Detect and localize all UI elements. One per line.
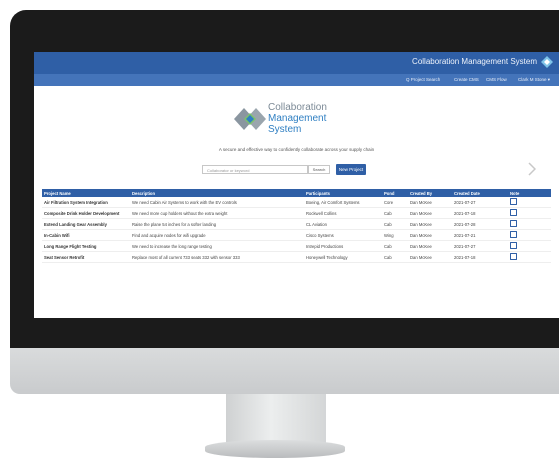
project-pond: Cab xyxy=(382,207,408,219)
project-name[interactable]: Seat Sensor Retrofit xyxy=(42,251,130,263)
nav-cms-flow[interactable]: CMS Flow xyxy=(486,77,507,82)
search-input[interactable]: Collaborator or keyword xyxy=(202,165,308,174)
project-pond: Wing xyxy=(382,229,408,241)
col-description[interactable]: Description xyxy=(130,189,304,197)
app-title: Collaboration Management System xyxy=(412,57,537,66)
project-description: Find and acquire nodes for wifi upgrade xyxy=(130,229,304,241)
new-project-button[interactable]: New Project xyxy=(336,164,366,175)
project-created-date: 2021-07-28 xyxy=(452,218,508,230)
project-created-date: 2021-07-18 xyxy=(452,207,508,219)
note-icon[interactable] xyxy=(510,242,517,249)
monitor-stand-neck xyxy=(226,394,326,446)
col-participants[interactable]: Participants xyxy=(304,189,382,197)
project-pond: Cab xyxy=(382,240,408,252)
project-created-date: 2021-07-27 xyxy=(452,240,508,252)
app-header: Collaboration Management System xyxy=(34,52,559,74)
project-participants: Boeing, Air Comfort Systems xyxy=(304,197,382,208)
project-name[interactable]: Air Filtration System Integration xyxy=(42,197,130,208)
logo-text-line1: Collaboration xyxy=(268,102,327,113)
table-row[interactable]: Composite Drink Holder Development We ne… xyxy=(42,207,551,219)
table-header-row: Project Name Description Participants Po… xyxy=(42,189,551,197)
col-created-by[interactable]: Created By xyxy=(408,189,452,197)
table-row[interactable]: In-Cabin Wifi Find and acquire nodes for… xyxy=(42,229,551,241)
project-created-by: Dan McKee xyxy=(408,207,452,219)
note-icon[interactable] xyxy=(510,231,517,238)
project-participants: Honeywell Technology xyxy=(304,251,382,263)
logo-text-line2: Management xyxy=(268,113,327,124)
logo-text-line3: System xyxy=(268,124,302,135)
note-icon[interactable] xyxy=(510,220,517,227)
table-row[interactable]: Air Filtration System Integration We nee… xyxy=(42,197,551,208)
nav-bar: Q Project Search Create CMS CMS Flow Cla… xyxy=(34,74,559,86)
cms-logo-icon xyxy=(234,108,266,130)
nav-create-cms[interactable]: Create CMS xyxy=(454,77,479,82)
col-note[interactable]: Note xyxy=(508,189,551,197)
project-name[interactable]: In-Cabin Wifi xyxy=(42,229,130,241)
project-created-by: Dan McKee xyxy=(408,229,452,241)
note-icon[interactable] xyxy=(510,209,517,216)
table-row[interactable]: Extend Landing Gear Assembly Raise the p… xyxy=(42,218,551,230)
project-description: We need to increase the long range testi… xyxy=(130,240,304,252)
col-pond[interactable]: Pond xyxy=(382,189,408,197)
project-participants: Rockwell Collins xyxy=(304,207,382,219)
note-icon[interactable] xyxy=(510,198,517,205)
col-created-date[interactable]: Created Date xyxy=(452,189,508,197)
project-created-by: Dan McKee xyxy=(408,240,452,252)
note-icon[interactable] xyxy=(510,253,517,260)
project-pond: Cab xyxy=(382,251,408,263)
nav-user-menu[interactable]: Clark M Stone ▾ xyxy=(518,77,550,83)
project-description: Raise the plane 54 inches for a softer l… xyxy=(130,218,304,230)
table-row[interactable]: Seat Sensor Retrofit Replace most of all… xyxy=(42,251,551,263)
project-description: We need more cup holders without the ext… xyxy=(130,207,304,219)
project-name[interactable]: Long Range Flight Testing xyxy=(42,240,130,252)
col-project-name[interactable]: Project Name xyxy=(42,189,130,197)
project-created-date: 2021-07-18 xyxy=(452,251,508,263)
project-description: We need Cabin Air Systems to work with t… xyxy=(130,197,304,208)
project-participants: CL Aviation xyxy=(304,218,382,230)
project-created-date: 2021-07-21 xyxy=(452,229,508,241)
project-name[interactable]: Composite Drink Holder Development xyxy=(42,207,130,219)
project-participants: Cisco Systems xyxy=(304,229,382,241)
project-created-by: Dan McKee xyxy=(408,251,452,263)
tagline: A secure and effective way to confidentl… xyxy=(218,147,375,152)
project-description: Replace most of all current 733 seats 33… xyxy=(130,251,304,263)
projects-table: Project Name Description Participants Po… xyxy=(42,189,551,263)
chevron-right-icon[interactable] xyxy=(528,162,536,176)
project-participants: Intrepid Productions xyxy=(304,240,382,252)
monitor-chin xyxy=(10,348,559,394)
nav-project-search[interactable]: Q Project Search xyxy=(406,77,440,82)
monitor-stand-base xyxy=(205,440,345,458)
app-screen: Collaboration Management System Q Projec… xyxy=(34,52,559,318)
brand-logo: Collaboration Management System xyxy=(234,100,374,144)
logo-icon xyxy=(541,56,553,68)
project-created-by: Dan McKee xyxy=(408,218,452,230)
table-row[interactable]: Long Range Flight Testing We need to inc… xyxy=(42,240,551,252)
project-created-by: Dan McKee xyxy=(408,197,452,208)
project-pond: Cab xyxy=(382,218,408,230)
search-button[interactable]: Search xyxy=(308,165,330,174)
project-created-date: 2021-07-27 xyxy=(452,197,508,208)
project-pond: Core xyxy=(382,197,408,208)
project-name[interactable]: Extend Landing Gear Assembly xyxy=(42,218,130,230)
